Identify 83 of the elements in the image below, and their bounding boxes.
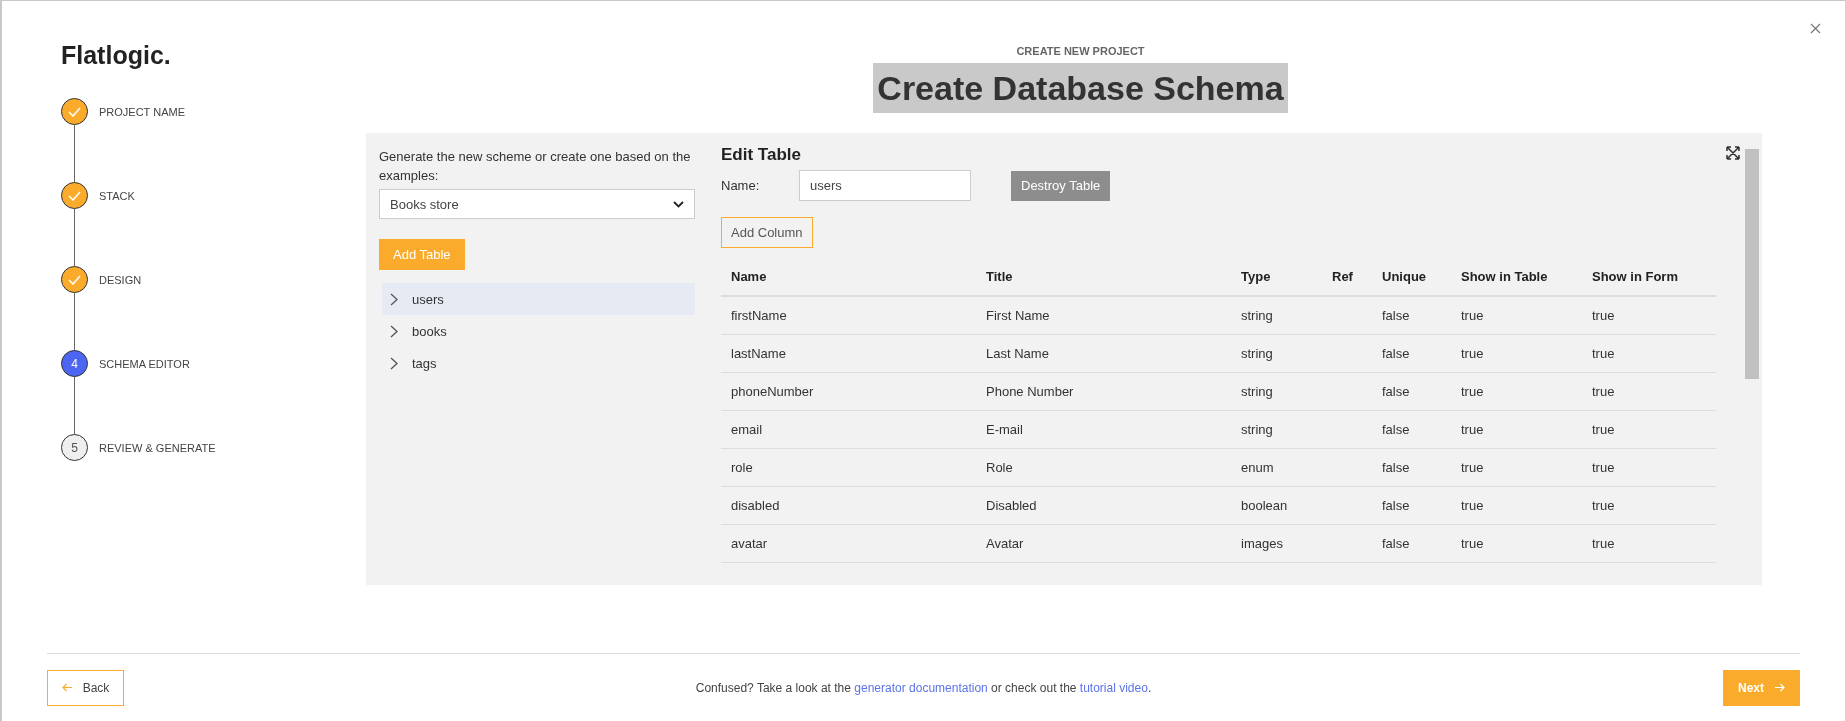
- back-button[interactable]: Back: [47, 669, 124, 706]
- table-cell: true: [1582, 448, 1716, 486]
- table-cell: true: [1582, 410, 1716, 448]
- table-cell: false: [1372, 410, 1451, 448]
- table-cell: false: [1372, 296, 1451, 334]
- table-cell: Last Name: [976, 334, 1231, 372]
- table-cell: true: [1451, 524, 1582, 562]
- table-cell: true: [1451, 486, 1582, 524]
- table-cell: false: [1372, 448, 1451, 486]
- table-cell: false: [1372, 524, 1451, 562]
- table-cell: true: [1582, 524, 1716, 562]
- table-cell: Avatar: [976, 524, 1231, 562]
- table-tree-item[interactable]: tags: [382, 347, 695, 379]
- table-cell: true: [1582, 334, 1716, 372]
- chevron-right-icon: [390, 356, 398, 370]
- step-label: DESIGN: [99, 273, 142, 286]
- documentation-link[interactable]: generator documentation: [854, 680, 988, 695]
- column-header: Name: [721, 258, 976, 296]
- chevron-down-icon: [673, 200, 684, 208]
- column-header: Show in Form: [1582, 258, 1716, 296]
- table-tree-item[interactable]: users: [382, 283, 695, 315]
- arrow-left-icon: [61, 683, 73, 692]
- table-cell: true: [1451, 448, 1582, 486]
- table-cell: true: [1582, 296, 1716, 334]
- page-title: Create Database Schema: [873, 63, 1288, 113]
- step-label: PROJECT NAME: [99, 105, 185, 118]
- table-cell: Disabled: [976, 486, 1231, 524]
- table-cell: disabled: [721, 486, 976, 524]
- add-column-button[interactable]: Add Column: [721, 217, 813, 248]
- table-cell: email: [721, 410, 976, 448]
- tutorial-link[interactable]: tutorial video: [1079, 680, 1148, 695]
- table-cell: false: [1372, 372, 1451, 410]
- check-icon: [68, 274, 81, 285]
- table-cell: false: [1372, 486, 1451, 524]
- column-header: Title: [976, 258, 1231, 296]
- table-cell: true: [1451, 372, 1582, 410]
- logo: Flatlogic.: [61, 41, 172, 70]
- table-cell: Phone Number: [976, 372, 1231, 410]
- arrow-right-icon: [1774, 683, 1785, 692]
- example-select[interactable]: Books store: [379, 189, 695, 219]
- page-eyebrow: CREATE NEW PROJECT: [1016, 45, 1145, 57]
- table-cell: boolean: [1231, 486, 1322, 524]
- edit-table-heading: Edit Table: [721, 145, 801, 165]
- step-label: SCHEMA EDITOR: [99, 357, 190, 370]
- chevron-right-icon: [390, 324, 398, 338]
- chevron-right-icon: [390, 292, 398, 306]
- table-cell: true: [1451, 296, 1582, 334]
- expand-icon[interactable]: [1726, 146, 1740, 160]
- table-cell: avatar: [721, 524, 976, 562]
- name-label: Name:: [721, 178, 761, 193]
- table-cell: true: [1582, 372, 1716, 410]
- table-cell: firstName: [721, 296, 976, 334]
- table-cell: true: [1582, 486, 1716, 524]
- table-cell: images: [1231, 524, 1322, 562]
- table-cell: role: [721, 448, 976, 486]
- step-indicator: 4: [61, 350, 88, 377]
- table-cell: string: [1231, 296, 1322, 334]
- table-cell: string: [1231, 410, 1322, 448]
- check-icon: [68, 106, 81, 117]
- close-icon[interactable]: [1810, 23, 1821, 34]
- column-header: Show in Table: [1451, 258, 1582, 296]
- table-name-field[interactable]: users: [799, 170, 971, 201]
- table-tree-item[interactable]: books: [382, 315, 695, 347]
- column-header: Unique: [1372, 258, 1451, 296]
- intro-text: Generate the new scheme or create one based on the examples:: [379, 148, 692, 185]
- table-cell: false: [1372, 334, 1451, 372]
- table-cell: true: [1451, 410, 1582, 448]
- table-cell: Role: [976, 448, 1231, 486]
- table-cell: phoneNumber: [721, 372, 976, 410]
- column-header: Type: [1231, 258, 1322, 296]
- check-icon: [68, 190, 81, 201]
- table-cell: First Name: [976, 296, 1231, 334]
- table-cell: enum: [1231, 448, 1322, 486]
- step-indicator: 5: [61, 434, 88, 461]
- step-label: STACK: [99, 189, 135, 202]
- table-cell: string: [1231, 334, 1322, 372]
- column-header: Ref: [1322, 258, 1372, 296]
- table-cell: string: [1231, 372, 1322, 410]
- table-cell: E-mail: [976, 410, 1231, 448]
- table-cell: true: [1451, 334, 1582, 372]
- step-label: REVIEW & GENERATE: [99, 441, 216, 454]
- table-cell: lastName: [721, 334, 976, 372]
- help-text: Confused? Take a look at the generator documentation or check out the tutorial video.: [695, 680, 1152, 695]
